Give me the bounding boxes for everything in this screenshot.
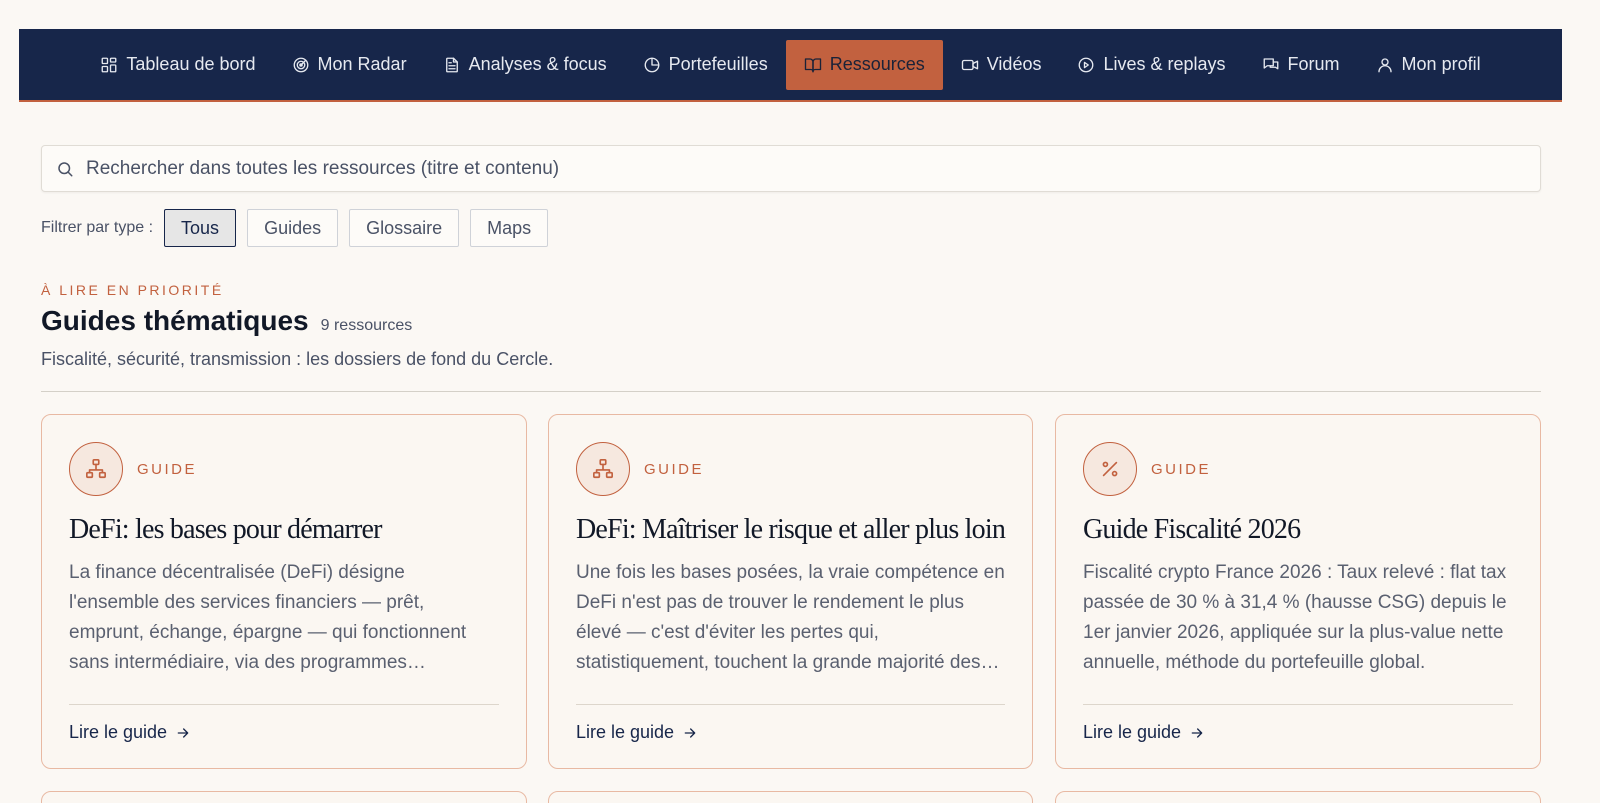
book-icon — [804, 57, 821, 72]
read-guide-label: Lire le guide — [576, 722, 675, 742]
type-filter-bar: Filtrer par type : Tous Guides Glossaire… — [41, 209, 549, 247]
search-icon — [58, 161, 73, 176]
card-divider — [69, 704, 499, 705]
filter-chip-glossaire[interactable]: Glossaire — [349, 209, 460, 247]
arrow-right-icon — [684, 727, 696, 738]
section-description: Fiscalité, sécurité, transmission : les … — [41, 349, 554, 369]
guide-card-partial[interactable] — [1055, 791, 1541, 803]
nav-item-label: Ressources — [829, 54, 925, 74]
read-guide-link[interactable]: Lire le guide — [69, 722, 499, 743]
section-title: Guides thématiques — [41, 305, 309, 336]
nav-item-mon-profil[interactable]: Mon profil — [1358, 40, 1499, 90]
guide-card[interactable]: GUIDE DeFi: Maîtriser le risque et aller… — [548, 414, 1033, 769]
nav-item-label: Portefeuilles — [668, 54, 768, 74]
filter-chip-maps[interactable]: Maps — [470, 209, 549, 247]
read-guide-link[interactable]: Lire le guide — [1083, 722, 1513, 743]
nav-item-label: Forum — [1287, 54, 1340, 74]
card-excerpt: Une fois les bases posées, la vraie comp… — [576, 562, 1005, 673]
resource-count: 9 ressources — [320, 317, 413, 334]
filter-chip-guides[interactable]: Guides — [247, 209, 339, 247]
card-excerpt: La finance décentralisée (DeFi) désigne … — [69, 562, 467, 673]
nav-item-mon-radar[interactable]: Mon Radar — [274, 40, 425, 90]
nav-item-analyses-focus[interactable]: Analyses & focus — [425, 40, 625, 90]
read-guide-link[interactable]: Lire le guide — [576, 722, 1005, 743]
guide-card-partial[interactable] — [41, 791, 527, 803]
network-icon — [69, 442, 123, 496]
search-bar — [41, 145, 1541, 192]
card-title[interactable]: DeFi: Maîtriser le risque et aller plus … — [576, 514, 1006, 546]
card-type-label: GUIDE — [644, 460, 705, 478]
guide-card[interactable]: GUIDE Guide Fiscalité 2026 Fiscalité cry… — [1055, 414, 1541, 769]
nav-item-portefeuilles[interactable]: Portefeuilles — [625, 40, 786, 90]
section-divider — [41, 391, 1541, 392]
nav-item-label: Tableau de bord — [126, 54, 256, 74]
filter-chip-tous[interactable]: Tous — [164, 209, 237, 247]
arrow-right-icon — [177, 727, 189, 738]
card-title[interactable]: Guide Fiscalité 2026 — [1083, 514, 1513, 546]
nav-item-label: Vidéos — [986, 54, 1042, 74]
search-input[interactable] — [86, 157, 1540, 180]
percent-icon — [1083, 442, 1137, 496]
card-type-label: GUIDE — [137, 460, 198, 478]
card-divider — [576, 704, 1005, 705]
filter-label: Filtrer par type : — [41, 219, 154, 236]
section-eyebrow: À LIRE EN PRIORITÉ — [41, 282, 224, 298]
guide-card-partial[interactable] — [548, 791, 1033, 803]
document-icon — [445, 57, 458, 72]
dashboard-icon — [101, 57, 117, 72]
video-icon — [961, 59, 978, 70]
network-icon — [576, 442, 630, 496]
pie-chart-icon — [644, 57, 660, 72]
nav-item-label: Mon Radar — [317, 54, 407, 74]
play-circle-icon — [1079, 57, 1094, 72]
nav-item-ressources[interactable]: Ressources — [785, 39, 943, 90]
card-title[interactable]: DeFi: les bases pour démarrer — [69, 514, 499, 546]
card-divider — [1083, 704, 1513, 705]
user-icon — [1377, 57, 1392, 72]
card-type-label: GUIDE — [1151, 460, 1212, 478]
card-excerpt: Fiscalité crypto France 2026 : Taux rele… — [1083, 562, 1507, 673]
nav-item-lives-replays[interactable]: Lives & replays — [1059, 40, 1243, 90]
guide-card[interactable]: GUIDE DeFi: les bases pour démarrer La f… — [41, 414, 527, 769]
main-navigation: Tableau de bord Mon Radar Analyses & foc… — [19, 29, 1562, 102]
read-guide-label: Lire le guide — [69, 722, 168, 742]
nav-item-label: Analyses & focus — [468, 54, 607, 74]
radar-icon — [293, 57, 308, 72]
nav-item-label: Lives & replays — [1103, 54, 1226, 74]
nav-item-tableau-de-bord[interactable]: Tableau de bord — [82, 40, 273, 90]
nav-item-videos[interactable]: Vidéos — [943, 40, 1060, 90]
arrow-right-icon — [1191, 727, 1203, 738]
nav-item-label: Mon profil — [1401, 54, 1481, 74]
nav-item-forum[interactable]: Forum — [1244, 40, 1358, 90]
chat-icon — [1263, 57, 1278, 69]
section-heading: Guides thématiques 9 ressources — [41, 305, 412, 337]
read-guide-label: Lire le guide — [1083, 722, 1182, 742]
